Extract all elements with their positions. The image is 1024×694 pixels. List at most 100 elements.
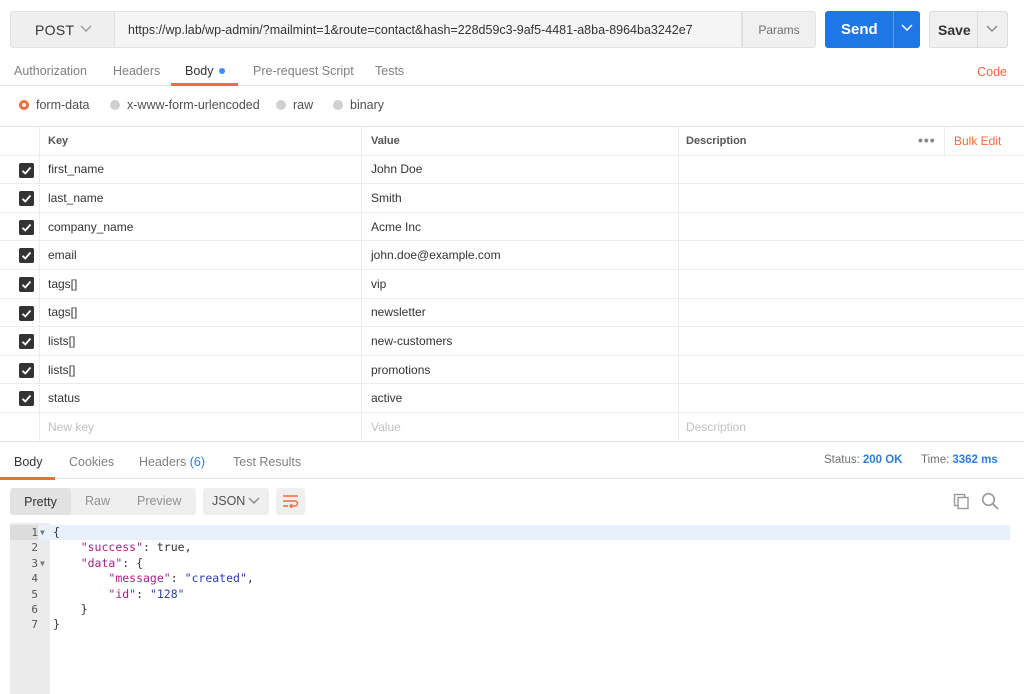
tab-authorization[interactable]: Authorization	[14, 64, 87, 78]
param-key[interactable]: lists[]	[40, 327, 362, 355]
param-description[interactable]	[679, 241, 1024, 269]
param-key[interactable]: status	[40, 384, 362, 412]
tab-pre-request-script[interactable]: Pre-request Script	[253, 64, 354, 78]
method-select[interactable]: POST	[10, 11, 115, 48]
param-value[interactable]: Acme Inc	[362, 212, 679, 241]
row-check-cell	[0, 155, 40, 184]
param-key[interactable]: first_name	[40, 155, 362, 184]
code-text: "message": "created",	[108, 571, 254, 586]
line-number: 1	[10, 525, 38, 541]
active-tab-underline	[171, 83, 238, 86]
param-value[interactable]: new-customers	[362, 327, 679, 355]
view-raw-button[interactable]: Raw	[85, 494, 110, 508]
param-value[interactable]: John Doe	[362, 155, 679, 184]
view-pretty-button[interactable]: Pretty	[10, 488, 71, 515]
json-key: "data"	[80, 555, 123, 570]
param-key[interactable]: email	[40, 241, 362, 269]
response-tab-headers-label: Headers	[139, 455, 187, 469]
code-link[interactable]: Code	[977, 65, 1007, 79]
param-value[interactable]: promotions	[362, 355, 679, 384]
checkbox-checked-icon[interactable]	[19, 248, 34, 264]
response-tab-body[interactable]: Body	[14, 455, 43, 469]
response-body-editor[interactable]: 1 ▼ { 2 "success": true, 3 ▼ "data": { 4…	[10, 523, 1010, 694]
param-value[interactable]: Smith	[362, 184, 679, 212]
json-key: "id"	[108, 586, 137, 601]
param-description[interactable]	[679, 184, 1024, 212]
chevron-down-icon[interactable]	[901, 24, 913, 32]
checkbox-checked-icon[interactable]	[19, 391, 34, 407]
checkbox-checked-icon[interactable]	[19, 362, 34, 378]
send-button[interactable]: Send	[825, 11, 920, 48]
code-text: "success": true,	[80, 540, 192, 555]
param-description[interactable]	[679, 327, 1024, 355]
param-key[interactable]: company_name	[40, 212, 362, 241]
bulk-edit-link[interactable]: Bulk Edit	[944, 127, 1001, 155]
checkbox-checked-icon[interactable]	[19, 162, 34, 178]
status-readout: Status: 200 OK	[824, 454, 902, 466]
radio-raw[interactable]: raw	[276, 98, 313, 112]
json-value: "created"	[184, 571, 247, 586]
radio-urlencoded[interactable]: x-www-form-urlencoded	[110, 98, 260, 112]
checkbox-checked-icon[interactable]	[19, 334, 34, 350]
param-key[interactable]: tags[]	[40, 298, 362, 327]
checkbox-checked-icon[interactable]	[19, 276, 34, 292]
checkbox-checked-icon[interactable]	[19, 219, 34, 235]
fold-arrow-icon[interactable]: ▼	[40, 556, 45, 571]
response-tab-headers[interactable]: Headers (6)	[139, 455, 205, 469]
chevron-down-icon[interactable]	[986, 25, 998, 33]
row-check-cell	[0, 184, 40, 212]
radio-selected-icon	[19, 100, 29, 110]
line-number: 2	[31, 541, 38, 555]
param-value[interactable]: john.doe@example.com	[362, 241, 679, 269]
radio-label: binary	[350, 98, 385, 112]
params-button[interactable]: Params	[742, 11, 816, 48]
column-description: Description ••• Bulk Edit	[679, 127, 1024, 155]
param-value[interactable]: newsletter	[362, 298, 679, 327]
table-row-new: New key Value Description	[0, 412, 1024, 442]
copy-icon[interactable]	[953, 493, 970, 510]
param-value[interactable]: vip	[362, 269, 679, 298]
new-key-input[interactable]: New key	[40, 412, 362, 441]
tab-headers[interactable]: Headers	[113, 64, 160, 78]
param-description[interactable]	[679, 213, 1024, 241]
url-input[interactable]: https://wp.lab/wp-admin/?mailmint=1&rout…	[115, 11, 742, 48]
radio-binary[interactable]: binary	[333, 98, 384, 112]
response-tab-cookies[interactable]: Cookies	[69, 455, 114, 469]
param-description[interactable]	[679, 384, 1024, 412]
json-key: "success"	[80, 540, 144, 555]
fold-arrow-icon[interactable]: ▼	[40, 525, 45, 540]
format-label: JSON	[212, 494, 246, 508]
radio-form-data[interactable]: form-data	[19, 98, 90, 112]
param-value[interactable]: active	[362, 384, 679, 412]
status-label: Status:	[824, 454, 860, 466]
save-button[interactable]: Save	[929, 11, 1008, 48]
param-description[interactable]	[679, 299, 1024, 327]
param-description[interactable]	[679, 156, 1024, 184]
tab-body[interactable]: Body	[185, 64, 225, 78]
table-row: lists[] promotions	[0, 355, 1024, 385]
checkbox-checked-icon[interactable]	[19, 305, 34, 321]
request-tabs: Authorization Headers Body Pre-request S…	[0, 58, 1024, 86]
column-description-label: Description	[686, 134, 747, 147]
code-line: 2 "success": true,	[10, 540, 1010, 555]
table-row: lists[] new-customers	[0, 327, 1024, 356]
row-check-cell	[0, 327, 40, 355]
code-line: 6 }	[10, 602, 1010, 617]
response-tab-test-results[interactable]: Test Results	[233, 455, 301, 469]
new-description-input[interactable]: Description	[679, 413, 1024, 441]
line-number: 4	[31, 572, 38, 586]
param-key[interactable]: tags[]	[40, 269, 362, 298]
format-select[interactable]: JSON	[203, 488, 269, 515]
param-key[interactable]: lists[]	[40, 355, 362, 384]
checkbox-checked-icon[interactable]	[19, 191, 34, 207]
new-value-input[interactable]: Value	[362, 412, 679, 441]
param-description[interactable]	[679, 356, 1024, 384]
radio-label: raw	[293, 98, 314, 112]
search-icon[interactable]	[981, 492, 999, 510]
param-key[interactable]: last_name	[40, 184, 362, 212]
param-description[interactable]	[679, 270, 1024, 298]
view-preview-button[interactable]: Preview	[137, 494, 181, 508]
more-icon[interactable]: •••	[918, 133, 936, 147]
wrap-lines-button[interactable]	[276, 488, 305, 515]
tab-tests[interactable]: Tests	[375, 64, 404, 78]
